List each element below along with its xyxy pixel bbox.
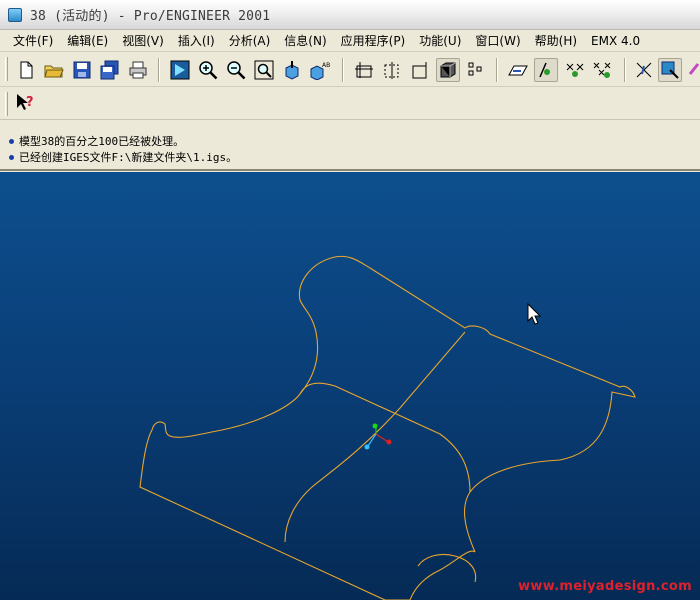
mouse-pointer-icon	[527, 302, 542, 325]
context-help-icon[interactable]: ?	[14, 91, 38, 115]
menu-window[interactable]: 窗口(W)	[468, 31, 527, 51]
message-line: 已经创建IGES文件F:\新建文件夹\1.igs。	[9, 149, 700, 165]
coordinate-systems-icon[interactable]	[464, 58, 488, 82]
message-line: 模型38的百分之100已经被处理。	[9, 133, 700, 149]
zoom-in-icon[interactable]	[196, 58, 220, 82]
message-bullet-icon	[9, 154, 14, 160]
svg-text:?: ?	[26, 95, 34, 110]
sketch-plane-icon[interactable]	[506, 58, 530, 82]
surface-boundary-curve	[139, 255, 636, 600]
new-file-icon[interactable]	[14, 58, 38, 82]
message-text: 已经创建IGES文件F:\新建文件夹\1.igs。	[19, 151, 238, 164]
window-title: 38 (活动的) - Pro/ENGINEER 2001	[30, 9, 271, 24]
message-text: 模型38的百分之100已经被处理。	[19, 135, 185, 148]
model-tree-icon[interactable]	[658, 58, 682, 82]
svg-text:AB: AB	[322, 62, 330, 69]
hidden-line-icon[interactable]	[562, 58, 586, 82]
surface-iso-curve	[284, 331, 466, 543]
datum-planes-icon[interactable]	[352, 58, 376, 82]
datum-axes-icon[interactable]	[380, 58, 404, 82]
coordinate-triad-icon	[364, 423, 392, 450]
menu-applications[interactable]: 应用程序(P)	[334, 31, 413, 51]
open-folder-icon[interactable]	[42, 58, 66, 82]
orient-icon[interactable]	[280, 58, 304, 82]
shading-icon[interactable]	[436, 58, 460, 82]
app-icon	[8, 7, 22, 22]
menu-emx[interactable]: EMX 4.0	[584, 31, 647, 51]
main-toolbar: AB	[0, 53, 700, 87]
model-wireframe	[139, 255, 636, 600]
menu-help[interactable]: 帮助(H)	[528, 31, 584, 51]
menu-file[interactable]: 文件(F)	[6, 31, 60, 51]
refit-icon[interactable]	[252, 58, 276, 82]
save-icon[interactable]	[70, 58, 94, 82]
graphics-viewport[interactable]: www.meiyadesign.com	[0, 172, 700, 600]
menu-analysis[interactable]: 分析(A)	[222, 31, 278, 51]
datum-points-icon[interactable]	[408, 58, 432, 82]
zoom-out-icon[interactable]	[224, 58, 248, 82]
message-area: 模型38的百分之100已经被处理。 已经创建IGES文件F:\新建文件夹\1.i…	[0, 121, 700, 171]
toolbar-grip[interactable]	[5, 57, 8, 81]
menu-bar: 文件(F) 编辑(E) 视图(V) 插入(I) 分析(A) 信息(N) 应用程序…	[0, 30, 700, 52]
title-bar: 38 (活动的) - Pro/ENGINEER 2001	[0, 0, 700, 30]
context-toolbar: ?	[0, 88, 700, 120]
no-hidden-icon[interactable]	[590, 58, 614, 82]
redraw-icon[interactable]	[168, 58, 192, 82]
toolbar-separator	[342, 58, 344, 82]
save-copy-icon[interactable]	[98, 58, 122, 82]
menu-view[interactable]: 视图(V)	[115, 31, 171, 51]
select-filter-icon[interactable]	[632, 58, 656, 82]
menu-edit[interactable]: 编辑(E)	[60, 31, 115, 51]
menu-insert[interactable]: 插入(I)	[171, 31, 222, 51]
saved-views-icon[interactable]: AB	[308, 58, 332, 82]
toolbar-grip[interactable]	[5, 92, 8, 116]
watermark-text: www.meiyadesign.com	[518, 579, 692, 594]
menu-info[interactable]: 信息(N)	[277, 31, 333, 51]
toolbar-separator	[624, 58, 626, 82]
toolbar-separator	[496, 58, 498, 82]
menu-utilities[interactable]: 功能(U)	[412, 31, 468, 51]
spin-center-icon[interactable]	[534, 58, 558, 82]
appearance-icon[interactable]	[684, 58, 700, 82]
message-bullet-icon	[9, 138, 14, 144]
print-icon[interactable]	[126, 58, 150, 82]
toolbar-separator	[158, 58, 160, 82]
